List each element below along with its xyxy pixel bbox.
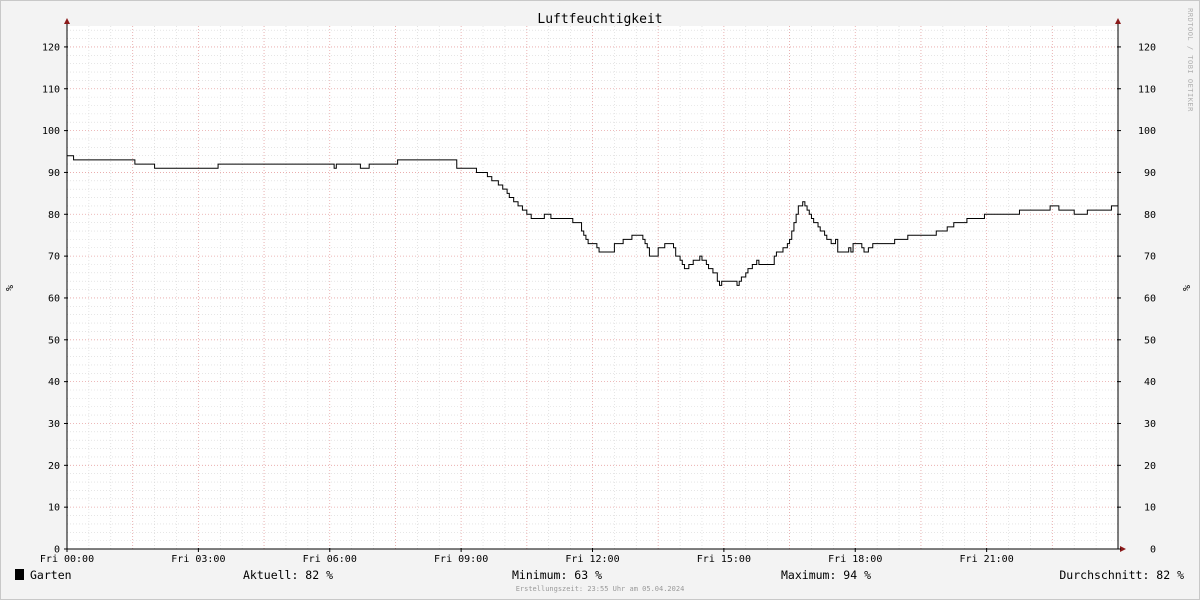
y-axis-arrow-right-icon — [1115, 18, 1121, 24]
y-tick-label-right: 90 — [1144, 168, 1156, 179]
x-tick-label: Fri 06:00 — [303, 554, 357, 565]
y-tick-label-right: 80 — [1144, 210, 1156, 221]
x-tick-label: Fri 09:00 — [434, 554, 488, 565]
legend-aktuell: Aktuell: 82 % — [243, 568, 333, 582]
y-tick-label-right: 30 — [1144, 419, 1156, 430]
legend-swatch-garten — [15, 569, 24, 580]
y-tick-label-left: 110 — [42, 84, 60, 95]
legend-durchschnitt: Durchschnitt: 82 % — [1059, 568, 1184, 582]
y-tick-label-left: 100 — [42, 126, 60, 137]
y-tick-label-left: 60 — [48, 293, 60, 304]
footer-timestamp: Erstellungszeit: 23:55 Uhr am 05.04.2024 — [516, 585, 685, 593]
y-tick-label-right: 0 — [1150, 545, 1156, 556]
y-tick-label-right: 110 — [1138, 84, 1156, 95]
y-tick-label-left: 50 — [48, 335, 60, 346]
y-tick-label-right: 50 — [1144, 335, 1156, 346]
y-tick-label-right: 60 — [1144, 293, 1156, 304]
x-tick-label: Fri 03:00 — [171, 554, 225, 565]
y-tick-label-left: 90 — [48, 168, 60, 179]
y-tick-label-right: 100 — [1138, 126, 1156, 137]
y-tick-label-right: 40 — [1144, 377, 1156, 388]
y-tick-label-right: 70 — [1144, 252, 1156, 263]
x-tick-label: Fri 18:00 — [828, 554, 882, 565]
chart-title: Luftfeuchtigkeit — [537, 12, 662, 27]
y-axis-arrow-left-icon — [64, 18, 70, 24]
x-tick-label: Fri 15:00 — [697, 554, 751, 565]
y-tick-label-right: 20 — [1144, 461, 1156, 472]
y-tick-label-left: 10 — [48, 503, 60, 514]
legend-series-name: Garten — [30, 568, 72, 582]
y-tick-label-left: 120 — [42, 42, 60, 53]
y-tick-label-right: 10 — [1144, 503, 1156, 514]
x-tick-label: Fri 21:00 — [960, 554, 1014, 565]
legend-maximum: Maximum: 94 % — [781, 568, 871, 582]
y-tick-label-left: 30 — [48, 419, 60, 430]
x-tick-label: Fri 00:00 — [40, 554, 94, 565]
x-tick-label: Fri 12:00 — [565, 554, 619, 565]
chart: 0 010 1020 2030 3040 4050 5060 6070 7080 8090 9010… — [5, 8, 1194, 593]
y-tick-label-left: 70 — [48, 252, 60, 263]
y-axis-label-left: % — [5, 285, 16, 291]
y-tick-label-left: 40 — [48, 377, 60, 388]
y-axis-label-right: % — [1182, 285, 1193, 291]
legend-minimum: Minimum: 63 % — [512, 568, 602, 582]
y-tick-label-left: 80 — [48, 210, 60, 221]
y-tick-label-left: 20 — [48, 461, 60, 472]
y-tick-label-right: 120 — [1138, 42, 1156, 53]
rrdtool-watermark: RRDTOOL / TOBI OETIKER — [1186, 8, 1194, 112]
